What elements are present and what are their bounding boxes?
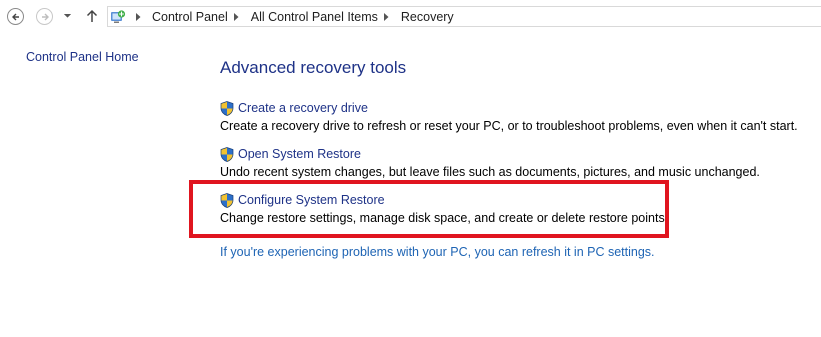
- open-system-restore-link[interactable]: Open System Restore: [220, 146, 760, 162]
- tool-link-label[interactable]: Create a recovery drive: [238, 101, 368, 115]
- forward-arrow-icon: [41, 13, 49, 20]
- breadcrumb-separator-icon[interactable]: [382, 12, 392, 21]
- tool-description: Undo recent system changes, but leave fi…: [220, 165, 760, 179]
- tool-create-recovery-drive: Create a recovery drive Create a recover…: [220, 100, 798, 133]
- forward-button[interactable]: [36, 8, 53, 25]
- up-arrow-icon[interactable]: [86, 9, 98, 23]
- breadcrumb-separator-icon[interactable]: [133, 12, 143, 21]
- breadcrumb-all-control-panel-items[interactable]: All Control Panel Items: [251, 10, 378, 24]
- breadcrumb-control-panel[interactable]: Control Panel: [152, 10, 228, 24]
- tool-open-system-restore: Open System Restore Undo recent system c…: [220, 146, 760, 179]
- uac-shield-icon: [220, 146, 234, 162]
- refresh-pc-settings-link[interactable]: If you're experiencing problems with you…: [220, 245, 655, 259]
- recent-locations-chevron-down-icon[interactable]: [63, 13, 72, 19]
- page-title: Advanced recovery tools: [220, 58, 407, 77]
- address-bar[interactable]: Control Panel All Control Panel Items Re…: [107, 6, 821, 27]
- uac-shield-icon: [220, 100, 234, 116]
- tool-description: Create a recovery drive to refresh or re…: [220, 119, 798, 133]
- navigation-bar: Control Panel All Control Panel Items Re…: [0, 0, 821, 34]
- control-panel-icon: [111, 9, 126, 23]
- breadcrumb-separator-icon[interactable]: [232, 12, 242, 21]
- create-recovery-drive-link[interactable]: Create a recovery drive: [220, 100, 798, 116]
- highlight-box: [189, 180, 669, 238]
- control-panel-home-link[interactable]: Control Panel Home: [26, 50, 139, 64]
- back-button[interactable]: [7, 8, 24, 25]
- back-arrow-icon: [11, 13, 19, 20]
- tool-link-label[interactable]: Open System Restore: [238, 147, 361, 161]
- breadcrumb-recovery[interactable]: Recovery: [401, 10, 454, 24]
